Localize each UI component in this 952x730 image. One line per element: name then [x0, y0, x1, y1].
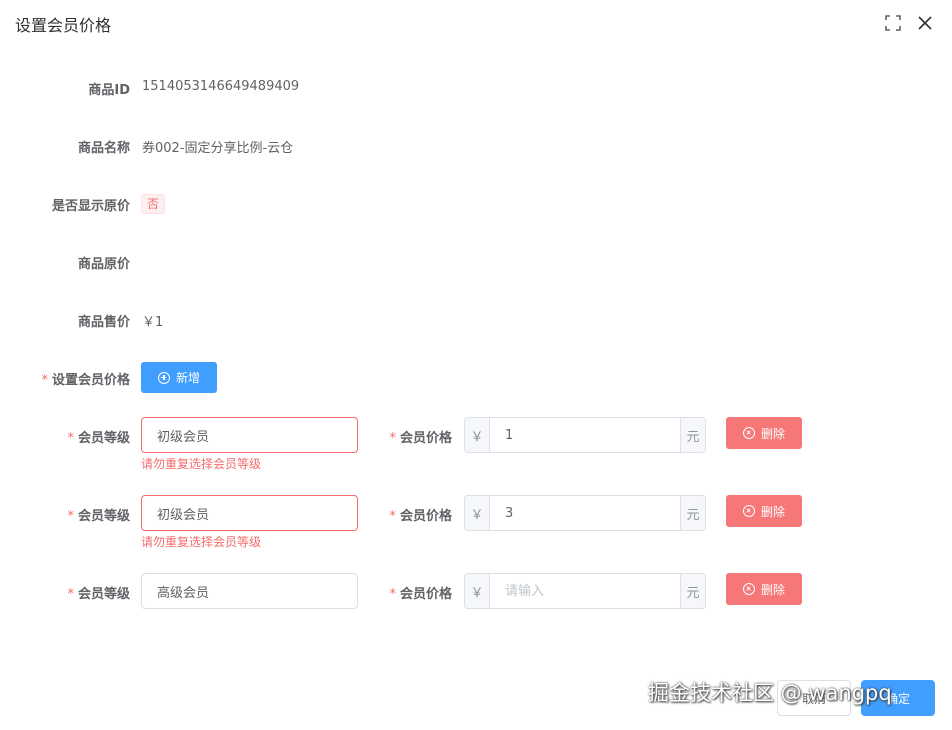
member-level-value: 初级会员: [157, 507, 210, 523]
yuan-suffix: 元: [680, 496, 705, 530]
delete-row-button[interactable]: 删除: [726, 417, 802, 449]
member-level-label: * 会员等级: [0, 505, 130, 524]
member-level-select[interactable]: 高级会员: [141, 573, 358, 609]
member-price-input[interactable]: [490, 574, 680, 608]
add-member-price-button[interactable]: 新增: [141, 362, 217, 393]
delete-button-label: 删除: [760, 582, 785, 597]
member-level-label: * 会员等级: [0, 427, 130, 446]
add-button-label: 新增: [175, 371, 200, 385]
cancel-button[interactable]: 取消: [777, 680, 851, 716]
member-price-input-group: ￥ 元: [464, 495, 706, 531]
member-price-field-label-text: 会员价格: [399, 509, 452, 524]
member-price-field-label: * 会员价格: [384, 505, 452, 524]
member-price-field-label-text: 会员价格: [399, 431, 452, 446]
member-level-label-text: 会员等级: [77, 587, 130, 602]
product-id-label: 商品ID: [88, 83, 130, 98]
plus-circle-icon: [157, 371, 170, 384]
required-mark: *: [389, 587, 396, 602]
member-level-value: 初级会员: [157, 429, 210, 445]
member-level-value: 高级会员: [157, 585, 210, 601]
member-price-input-group: ￥ 元: [464, 573, 706, 609]
member-price-field-label: * 会员价格: [384, 583, 452, 602]
dialog-title: 设置会员价格: [15, 16, 112, 35]
yen-prefix: ￥: [465, 574, 490, 608]
close-circle-icon: [742, 583, 755, 595]
delete-row-button[interactable]: 删除: [726, 573, 802, 605]
watermark: 掘金技术社区 @ wangpq: [648, 681, 892, 705]
sale-price-label: 商品售价: [77, 315, 130, 330]
confirm-button[interactable]: 确定: [861, 680, 935, 716]
show-original-tag: 否: [141, 194, 166, 214]
delete-button-label: 删除: [760, 426, 785, 441]
yuan-suffix: 元: [680, 418, 705, 452]
yen-prefix: ￥: [465, 496, 490, 530]
delete-row-button[interactable]: 删除: [726, 495, 802, 527]
delete-button-label: 删除: [760, 504, 785, 519]
member-level-label: * 会员等级: [0, 583, 130, 602]
member-price-input-group: ￥ 元: [464, 417, 706, 453]
required-mark: *: [389, 431, 396, 446]
show-original-label: 是否显示原价: [51, 199, 130, 214]
original-price-label: 商品原价: [77, 257, 130, 272]
required-mark: *: [67, 431, 74, 446]
required-mark: *: [67, 509, 74, 524]
member-level-error: 请勿重复选择会员等级: [141, 535, 262, 549]
member-level-select[interactable]: 初级会员: [141, 495, 358, 531]
member-level-label-text: 会员等级: [77, 431, 130, 446]
member-price-label-text: 设置会员价格: [51, 373, 130, 388]
member-level-error: 请勿重复选择会员等级: [141, 457, 262, 471]
required-mark: *: [389, 509, 396, 524]
member-price-input[interactable]: [490, 418, 680, 452]
product-id-value: 1514053146649489409: [142, 79, 300, 94]
required-mark: *: [67, 587, 74, 602]
member-price-field-label: * 会员价格: [384, 427, 452, 446]
close-icon[interactable]: [916, 14, 934, 32]
yuan-suffix: 元: [680, 574, 705, 608]
close-circle-icon: [742, 505, 755, 517]
product-name-value: 券002-固定分享比例-云仓: [142, 141, 294, 156]
required-mark: *: [41, 373, 48, 388]
member-price-input[interactable]: [490, 496, 680, 530]
fullscreen-icon[interactable]: [884, 14, 902, 32]
member-level-label-text: 会员等级: [77, 509, 130, 524]
product-name-label: 商品名称: [77, 141, 130, 156]
member-price-label: * 设置会员价格: [0, 369, 130, 388]
sale-price-value: ￥1: [142, 315, 164, 330]
yen-prefix: ￥: [465, 418, 490, 452]
close-circle-icon: [742, 427, 755, 439]
member-price-field-label-text: 会员价格: [399, 587, 452, 602]
member-level-select[interactable]: 初级会员: [141, 417, 358, 453]
